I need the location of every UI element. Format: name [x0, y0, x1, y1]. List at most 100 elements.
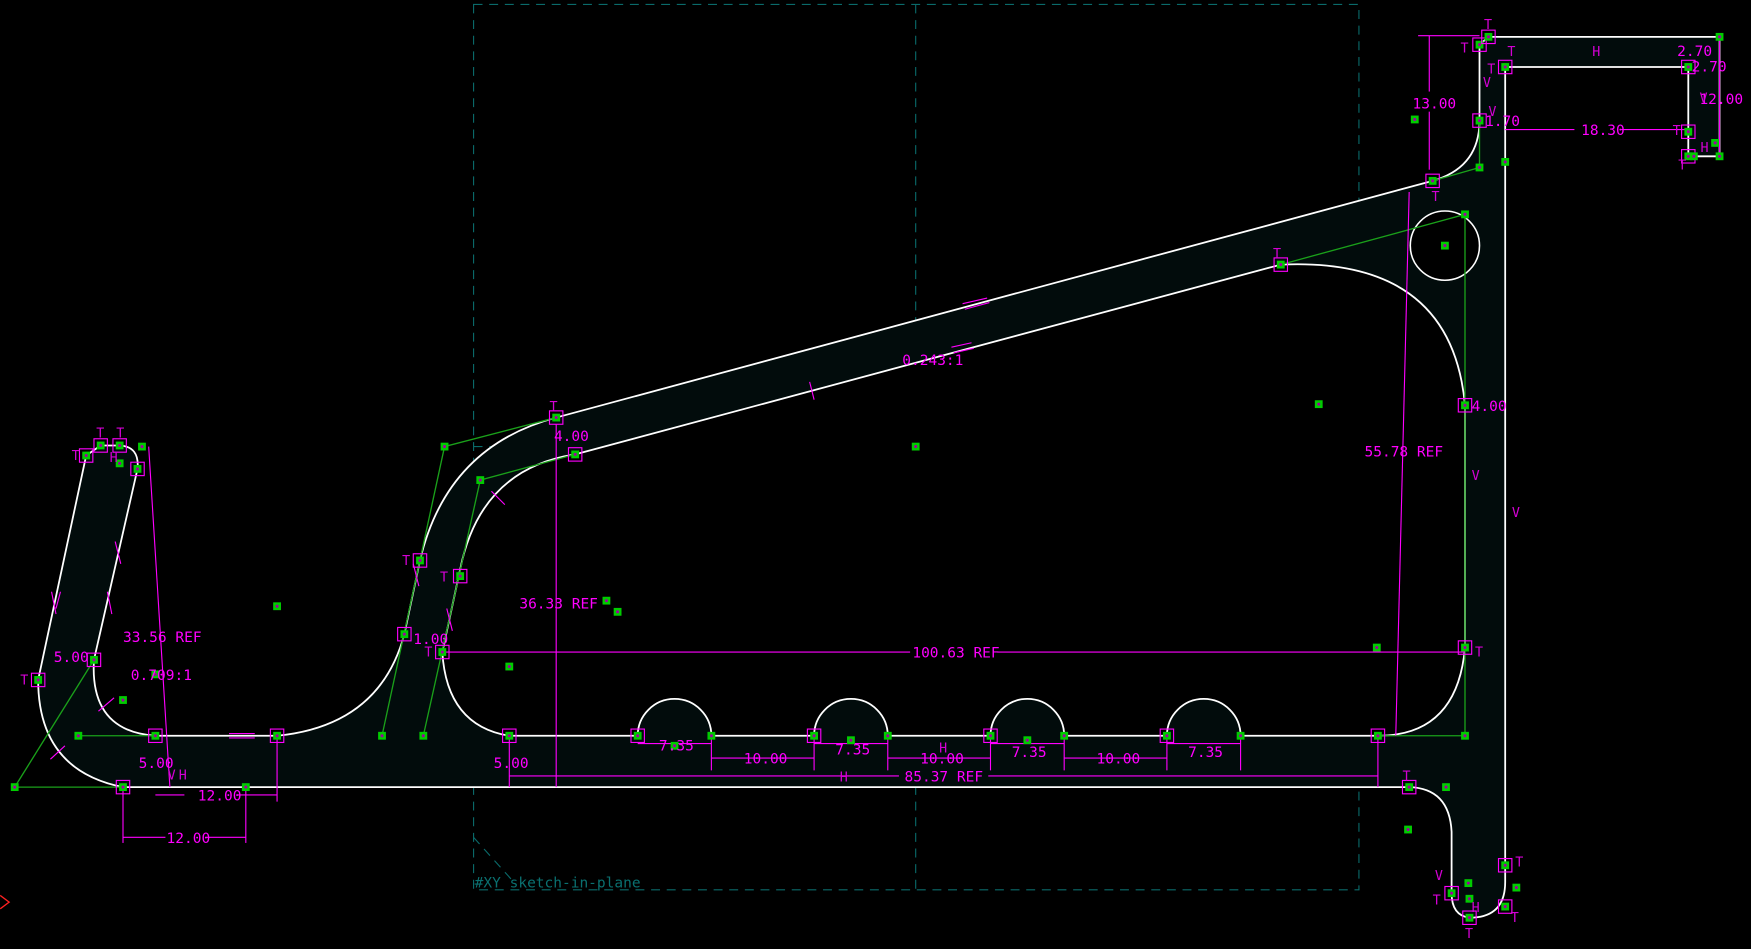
- constraint-tangent[interactable]: T: [549, 400, 557, 415]
- dim-18-30[interactable]: 18.30: [1581, 123, 1625, 139]
- constraint-tangent[interactable]: T: [1461, 41, 1469, 56]
- point-center: [1317, 402, 1321, 406]
- point-center: [507, 734, 511, 738]
- constraint-tangent[interactable]: T: [424, 645, 432, 660]
- constraint-vertical[interactable]: V: [168, 768, 176, 783]
- constraint-vertical[interactable]: V: [1512, 506, 1520, 521]
- constraint-tangent[interactable]: T: [72, 449, 80, 464]
- constraint-horizontal[interactable]: H: [840, 771, 848, 786]
- point-center: [1686, 154, 1690, 158]
- constraint-tangent[interactable]: T: [20, 673, 28, 688]
- point-center: [1239, 734, 1243, 738]
- constraint-tangent[interactable]: T: [1402, 769, 1410, 784]
- point-center: [1692, 154, 1696, 158]
- point-center: [1477, 119, 1482, 123]
- point-center: [84, 453, 88, 458]
- dim-12-a[interactable]: 12.00: [198, 789, 242, 805]
- point-center: [709, 734, 713, 738]
- dim-10-3[interactable]: 10.00: [1097, 752, 1141, 768]
- constraint-horizontal[interactable]: H: [939, 742, 947, 757]
- point-center: [988, 734, 993, 738]
- point-center: [458, 574, 462, 578]
- point-center: [1406, 827, 1410, 832]
- point-center: [1686, 65, 1690, 69]
- point-center: [1443, 244, 1447, 248]
- dim-12-b[interactable]: 12.00: [167, 831, 211, 847]
- point-center: [440, 650, 444, 654]
- workplane-label[interactable]: #XY sketch-in-plane: [475, 876, 641, 892]
- constraint-horizontal[interactable]: H: [179, 768, 187, 783]
- point-center: [418, 558, 422, 563]
- constraint-horizontal[interactable]: H: [1472, 901, 1480, 916]
- point-center: [244, 785, 248, 789]
- sketch-canvas[interactable]: #XY sketch-in-plane 13.00 18.30 2.70 2.7…: [0, 0, 1751, 949]
- constraint-horizontal[interactable]: H: [1592, 45, 1600, 60]
- dim-7-35-2[interactable]: 7.35: [835, 743, 870, 759]
- constraint-tangent[interactable]: T: [440, 571, 448, 586]
- point-center: [616, 610, 620, 614]
- point-center: [573, 452, 577, 456]
- point-center: [1686, 130, 1690, 134]
- constraint-tangent[interactable]: T: [1465, 927, 1473, 942]
- dim-7-35-1[interactable]: 7.35: [659, 738, 694, 754]
- dim-4-right[interactable]: 4.00: [1472, 399, 1507, 415]
- dim-33-56-ref[interactable]: 33.56 REF: [123, 630, 202, 646]
- point-center: [1713, 141, 1717, 145]
- constraint-tangent[interactable]: T: [1678, 159, 1686, 174]
- point-center: [1717, 35, 1722, 39]
- dim-ratio-0-709[interactable]: 0.709:1: [131, 668, 192, 684]
- constraint-tangent[interactable]: T: [1511, 911, 1519, 926]
- dim-2-70-b[interactable]: 2.70: [1692, 59, 1727, 75]
- point-center: [275, 734, 279, 738]
- constraint-tangent[interactable]: T: [1475, 645, 1483, 660]
- constraint-tangent[interactable]: T: [116, 427, 124, 442]
- dim-13[interactable]: 13.00: [1413, 96, 1457, 112]
- dim-85-37-ref[interactable]: 85.37 REF: [905, 770, 984, 786]
- point-center: [1503, 905, 1507, 909]
- constraint-vertical[interactable]: V: [1483, 76, 1491, 91]
- point-center: [402, 632, 406, 636]
- constraint-tangent[interactable]: T: [1484, 18, 1492, 33]
- point-center: [554, 415, 558, 420]
- dim-5-arm[interactable]: 5.00: [54, 650, 89, 666]
- constraint-horizontal[interactable]: H: [110, 451, 118, 466]
- dim-4-left[interactable]: 4.00: [554, 429, 589, 445]
- point-center: [1717, 154, 1722, 158]
- point-center: [1062, 734, 1066, 738]
- constraint-tangent[interactable]: T: [96, 427, 104, 442]
- dim-10-1[interactable]: 10.00: [744, 752, 788, 768]
- constraint-tangent[interactable]: T: [1507, 45, 1515, 60]
- point-center: [1376, 734, 1380, 738]
- constraint-tangent[interactable]: T: [402, 554, 410, 569]
- point-center: [1486, 35, 1491, 39]
- dim-ratio-0-243[interactable]: 0.243:1: [902, 353, 963, 369]
- point-center: [812, 734, 816, 738]
- constraint-tangent[interactable]: T: [1273, 247, 1281, 262]
- dim-7-35-3[interactable]: 7.35: [1012, 745, 1047, 761]
- constraint-tangent[interactable]: T: [1433, 893, 1441, 908]
- constraint-tangent[interactable]: T: [1515, 855, 1523, 870]
- point-center: [1444, 785, 1448, 789]
- point-center: [1025, 738, 1029, 742]
- point-center: [914, 445, 918, 449]
- constraint-tangent[interactable]: T: [1673, 124, 1681, 139]
- constraint-vertical[interactable]: V: [1488, 105, 1496, 120]
- dim-7-35-4[interactable]: 7.35: [1188, 745, 1223, 761]
- point-center: [1477, 43, 1482, 47]
- point-center: [1463, 403, 1467, 407]
- constraint-vertical[interactable]: V: [1699, 92, 1707, 107]
- point-center: [1514, 886, 1518, 890]
- dim-55-78-ref[interactable]: 55.78 REF: [1365, 445, 1444, 461]
- constraint-vertical[interactable]: V: [1435, 869, 1443, 884]
- point-center: [1165, 734, 1169, 738]
- point-center: [92, 658, 96, 662]
- constraint-tangent[interactable]: T: [1432, 190, 1440, 205]
- dim-100-63-ref[interactable]: 100.63 REF: [912, 646, 999, 662]
- constraint-vertical[interactable]: V: [1472, 469, 1480, 484]
- constraint-horizontal[interactable]: H: [1701, 141, 1709, 156]
- dim-5-mid[interactable]: 5.00: [494, 756, 529, 772]
- point-center: [1407, 785, 1411, 789]
- dim-36-33-ref[interactable]: 36.33 REF: [519, 596, 598, 612]
- dim-2-70-a[interactable]: 2.70: [1677, 44, 1712, 60]
- point-center: [1503, 863, 1507, 867]
